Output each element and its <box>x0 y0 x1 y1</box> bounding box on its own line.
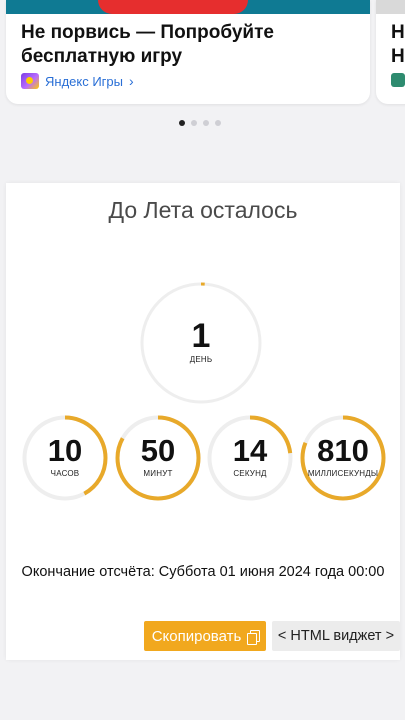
promo-card[interactable]: Не порвись — Попробуйте бесплатную игру … <box>6 0 370 104</box>
promo-source-link[interactable]: Яндекс Игры › <box>21 72 134 90</box>
milliseconds-ring: 810 МИЛЛИСЕКУНДЫ <box>300 415 386 501</box>
hours-label: ЧАСОВ <box>50 469 80 478</box>
minutes-label: МИНУТ <box>143 469 173 478</box>
seconds-value: 14 <box>232 433 268 468</box>
countdown-title: До Лета осталось <box>108 197 298 223</box>
yandex-games-icon <box>21 73 39 89</box>
carousel-dot-3[interactable] <box>203 120 209 126</box>
promo-next-source-icon <box>391 73 405 87</box>
seconds-label: СЕКУНД <box>233 469 267 478</box>
carousel-dots <box>179 120 221 126</box>
days-label: ДЕНЬ <box>189 355 213 364</box>
milliseconds-value: 810 <box>317 433 369 468</box>
days-ring: 1 ДЕНЬ <box>139 281 263 405</box>
copy-icon <box>247 629 261 645</box>
carousel-dot-1[interactable] <box>179 120 185 126</box>
chevron-right-icon: › <box>129 73 134 89</box>
countdown-widget: До Лета осталось 1 ДЕНЬ 10 ЧАСОВ 50 МИНУ… <box>6 183 400 660</box>
promo-title[interactable]: Не порвись — Попробуйте бесплатную игру <box>21 21 361 69</box>
promo-carousel[interactable]: Не порвись — Попробуйте бесплатную игру … <box>0 0 405 148</box>
promo-next-title-line1: Н <box>391 22 405 43</box>
carousel-dot-4[interactable] <box>215 120 221 126</box>
promo-next-title-line2: Н <box>391 46 405 67</box>
minutes-ring: 50 МИНУТ <box>115 415 201 501</box>
copy-button[interactable]: Скопировать <box>144 621 266 651</box>
promo-banner-graphic <box>98 0 248 14</box>
seconds-ring: 14 СЕКУНД <box>207 415 293 501</box>
hours-ring: 10 ЧАСОВ <box>22 415 108 501</box>
hours-value: 10 <box>47 433 83 468</box>
minutes-value: 50 <box>140 433 176 468</box>
countdown-end-text: Окончание отсчёта: Суббота 01 июня 2024 … <box>21 564 385 580</box>
promo-card-next[interactable]: Н Н <box>376 0 405 104</box>
promo-source-label[interactable]: Яндекс Игры <box>45 74 123 89</box>
promo-next-banner <box>376 0 405 14</box>
html-widget-button[interactable]: < HTML виджет > <box>272 621 400 651</box>
copy-button-label: Скопировать <box>151 627 242 645</box>
milliseconds-label: МИЛЛИСЕКУНДЫ <box>307 469 379 478</box>
carousel-dot-2[interactable] <box>191 120 197 126</box>
days-value: 1 <box>191 317 211 355</box>
